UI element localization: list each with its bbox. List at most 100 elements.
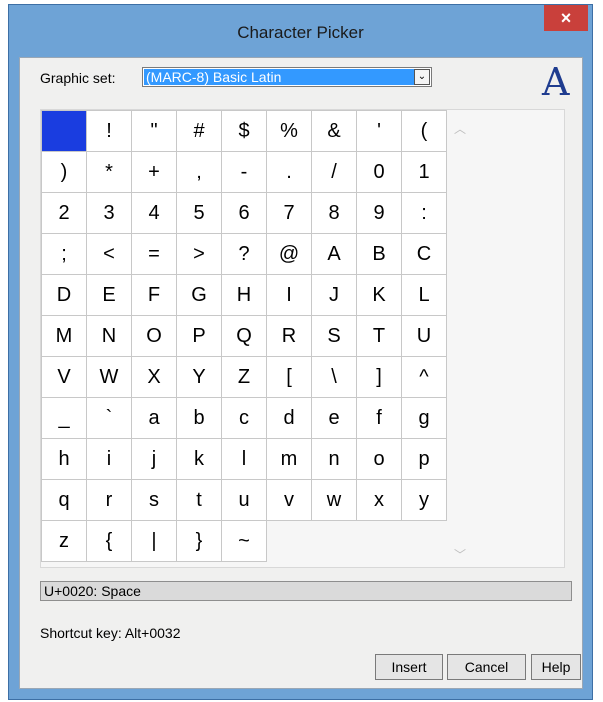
character-cell[interactable]: % [267, 111, 312, 152]
character-cell[interactable]: 9 [357, 193, 402, 234]
close-button[interactable]: × [544, 5, 588, 31]
character-cell[interactable]: S [312, 316, 357, 357]
character-cell[interactable]: @ [267, 234, 312, 275]
character-cell[interactable]: ? [222, 234, 267, 275]
character-cell[interactable]: G [177, 275, 222, 316]
character-cell[interactable]: M [42, 316, 87, 357]
character-cell[interactable]: ; [42, 234, 87, 275]
character-cell[interactable]: ) [42, 152, 87, 193]
insert-button[interactable]: Insert [375, 654, 443, 680]
character-cell[interactable]: 1 [402, 152, 447, 193]
character-cell[interactable]: V [42, 357, 87, 398]
character-cell[interactable]: o [357, 439, 402, 480]
character-cell[interactable]: ^ [402, 357, 447, 398]
character-cell[interactable]: U [402, 316, 447, 357]
character-cell[interactable]: K [357, 275, 402, 316]
character-cell[interactable]: J [312, 275, 357, 316]
character-cell[interactable]: 8 [312, 193, 357, 234]
character-cell[interactable]: > [177, 234, 222, 275]
character-cell[interactable]: * [87, 152, 132, 193]
character-cell[interactable]: H [222, 275, 267, 316]
character-cell[interactable]: L [402, 275, 447, 316]
character-cell[interactable]: Y [177, 357, 222, 398]
help-button[interactable]: Help [531, 654, 581, 680]
character-cell[interactable]: v [267, 480, 312, 521]
character-cell[interactable]: f [357, 398, 402, 439]
character-cell[interactable]: } [177, 521, 222, 562]
character-cell[interactable]: q [42, 480, 87, 521]
character-cell[interactable]: u [222, 480, 267, 521]
scroll-up-icon[interactable]: ︿ [454, 120, 466, 137]
character-cell[interactable]: ' [357, 111, 402, 152]
character-cell[interactable]: 2 [42, 193, 87, 234]
character-cell[interactable]: z [42, 521, 87, 562]
character-cell[interactable]: 0 [357, 152, 402, 193]
character-cell[interactable]: I [267, 275, 312, 316]
character-cell[interactable]: y [402, 480, 447, 521]
character-cell[interactable]: R [267, 316, 312, 357]
character-cell[interactable]: ` [87, 398, 132, 439]
character-cell[interactable]: A [312, 234, 357, 275]
character-cell[interactable]: l [222, 439, 267, 480]
character-cell[interactable]: 4 [132, 193, 177, 234]
character-cell[interactable]: w [312, 480, 357, 521]
character-cell[interactable]: s [132, 480, 177, 521]
character-cell[interactable]: n [312, 439, 357, 480]
character-cell[interactable]: " [132, 111, 177, 152]
character-cell[interactable]: r [87, 480, 132, 521]
character-cell[interactable]: , [177, 152, 222, 193]
character-cell[interactable]: B [357, 234, 402, 275]
character-cell[interactable]: $ [222, 111, 267, 152]
character-cell[interactable]: N [87, 316, 132, 357]
character-cell[interactable]: g [402, 398, 447, 439]
character-cell[interactable]: x [357, 480, 402, 521]
scroll-down-icon[interactable]: ﹀ [454, 546, 466, 563]
character-cell[interactable]: O [132, 316, 177, 357]
character-cell[interactable]: t [177, 480, 222, 521]
character-cell[interactable]: T [357, 316, 402, 357]
character-cell[interactable]: | [132, 521, 177, 562]
character-cell[interactable]: Z [222, 357, 267, 398]
character-cell[interactable]: h [42, 439, 87, 480]
character-cell[interactable]: c [222, 398, 267, 439]
character-cell[interactable]: ! [87, 111, 132, 152]
character-cell[interactable]: E [87, 275, 132, 316]
character-cell[interactable]: Q [222, 316, 267, 357]
character-cell[interactable]: ] [357, 357, 402, 398]
character-cell[interactable]: 6 [222, 193, 267, 234]
character-cell[interactable]: X [132, 357, 177, 398]
character-cell[interactable]: a [132, 398, 177, 439]
character-cell[interactable]: d [267, 398, 312, 439]
character-cell[interactable] [42, 111, 87, 152]
character-cell[interactable]: m [267, 439, 312, 480]
character-cell[interactable]: k [177, 439, 222, 480]
character-cell[interactable]: / [312, 152, 357, 193]
character-cell[interactable]: : [402, 193, 447, 234]
cancel-button[interactable]: Cancel [447, 654, 526, 680]
character-cell[interactable]: b [177, 398, 222, 439]
character-cell[interactable]: 3 [87, 193, 132, 234]
character-cell[interactable]: # [177, 111, 222, 152]
character-cell[interactable]: W [87, 357, 132, 398]
character-cell[interactable]: . [267, 152, 312, 193]
character-cell[interactable]: [ [267, 357, 312, 398]
character-cell[interactable]: ~ [222, 521, 267, 562]
character-cell[interactable]: \ [312, 357, 357, 398]
character-cell[interactable]: D [42, 275, 87, 316]
character-cell[interactable]: e [312, 398, 357, 439]
graphic-set-dropdown[interactable]: (MARC-8) Basic Latin ⌄ [142, 67, 432, 87]
character-cell[interactable]: p [402, 439, 447, 480]
character-cell[interactable]: < [87, 234, 132, 275]
character-cell[interactable]: = [132, 234, 177, 275]
character-cell[interactable]: P [177, 316, 222, 357]
character-cell[interactable]: i [87, 439, 132, 480]
character-cell[interactable]: { [87, 521, 132, 562]
character-cell[interactable]: j [132, 439, 177, 480]
character-cell[interactable]: _ [42, 398, 87, 439]
character-cell[interactable]: + [132, 152, 177, 193]
character-cell[interactable]: C [402, 234, 447, 275]
character-cell[interactable]: 5 [177, 193, 222, 234]
character-cell[interactable]: ( [402, 111, 447, 152]
character-cell[interactable]: 7 [267, 193, 312, 234]
chevron-down-icon[interactable]: ⌄ [414, 69, 430, 85]
